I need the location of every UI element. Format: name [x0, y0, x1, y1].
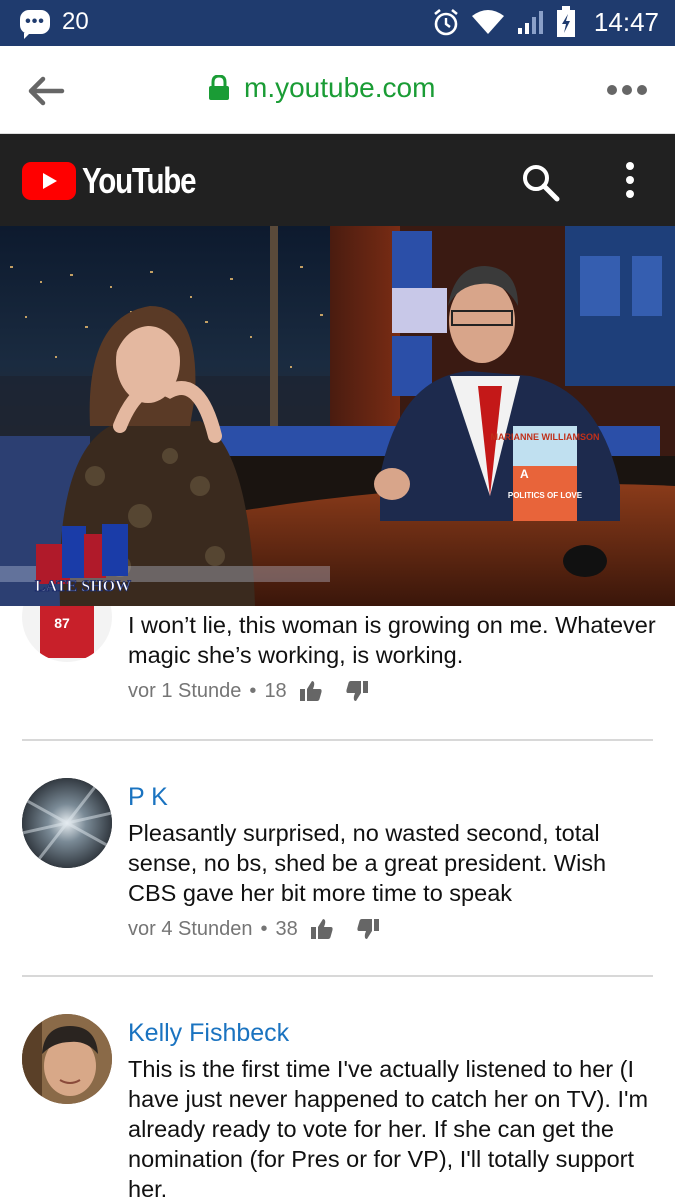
comment-time: vor 1 Stunde — [128, 679, 242, 702]
comments-section: 87 I won’t lie, this woman is growing on… — [0, 606, 675, 1200]
commenter-avatar[interactable]: 87 — [22, 606, 112, 662]
video-player[interactable]: MARIANNE WILLIAMSON A POLITICS OF LOVE L… — [0, 226, 675, 606]
thumbs-down-icon[interactable] — [345, 680, 369, 702]
comment-text: This is the first time I've actually lis… — [128, 1056, 649, 1200]
book-author: MARIANNE WILLIAMSON — [491, 432, 600, 442]
notification-count: 20 — [62, 8, 89, 35]
back-arrow-icon[interactable] — [26, 74, 66, 108]
comment-divider — [22, 739, 653, 741]
comment-text: Pleasantly surprised, no wasted second, … — [128, 820, 607, 906]
comment-meta: vor 1 Stunde • 18 — [128, 676, 658, 706]
youtube-logo-text: YouTube — [82, 160, 197, 201]
thumbs-down-icon[interactable] — [356, 918, 380, 940]
commenter-avatar[interactable] — [22, 1014, 112, 1104]
lock-icon — [209, 75, 229, 100]
alarm-icon — [434, 8, 458, 36]
like-count: 18 — [264, 679, 287, 702]
comment-body: P K Pleasantly surprised, no wasted seco… — [128, 782, 658, 944]
comment-body: I won’t lie, this woman is growing on me… — [128, 610, 658, 706]
comment-body: Kelly Fishbeck This is the first time I'… — [128, 1018, 658, 1200]
comment-meta: vor 4 Stunden • 38 — [128, 914, 658, 944]
youtube-logo[interactable]: YouTube — [22, 160, 220, 202]
video-frame: MARIANNE WILLIAMSON A POLITICS OF LOVE L… — [0, 226, 675, 606]
status-bar: ••• 20 14:47 — [0, 0, 675, 46]
wifi-icon — [471, 10, 504, 34]
signal-icon — [517, 11, 543, 34]
youtube-header: YouTube — [0, 134, 675, 226]
message-notification-icon: ••• — [20, 10, 50, 39]
thumbs-up-icon[interactable] — [310, 918, 334, 940]
meta-separator: • — [249, 679, 257, 702]
comment-divider — [22, 975, 653, 977]
battery-icon — [556, 6, 575, 37]
notification-area: ••• 20 — [20, 8, 89, 39]
address-field[interactable]: m.youtube.com — [208, 72, 435, 104]
url-text: m.youtube.com — [244, 72, 436, 103]
thumbs-up-icon[interactable] — [299, 680, 323, 702]
comment-author[interactable]: Kelly Fishbeck — [128, 1018, 658, 1048]
commenter-avatar[interactable] — [22, 778, 112, 868]
like-count: 38 — [275, 917, 298, 940]
clock: 14:47 — [593, 6, 659, 37]
system-icons: 14:47 — [432, 6, 659, 38]
search-icon[interactable] — [520, 162, 560, 202]
book-title-a: A — [520, 467, 529, 481]
comment-text: I won’t lie, this woman is growing on me… — [128, 612, 656, 668]
comment-time: vor 4 Stunden — [128, 917, 253, 940]
comment-author[interactable]: P K — [128, 782, 658, 812]
book-title: POLITICS OF LOVE — [508, 491, 583, 500]
browser-url-bar: m.youtube.com — [0, 46, 675, 134]
more-options-icon[interactable] — [605, 76, 649, 104]
kebab-menu-icon[interactable] — [618, 160, 642, 200]
meta-separator: • — [260, 917, 268, 940]
youtube-play-icon — [22, 162, 76, 200]
jersey-number: 87 — [54, 615, 70, 631]
show-logo-text: LATE SHOW — [35, 578, 131, 595]
